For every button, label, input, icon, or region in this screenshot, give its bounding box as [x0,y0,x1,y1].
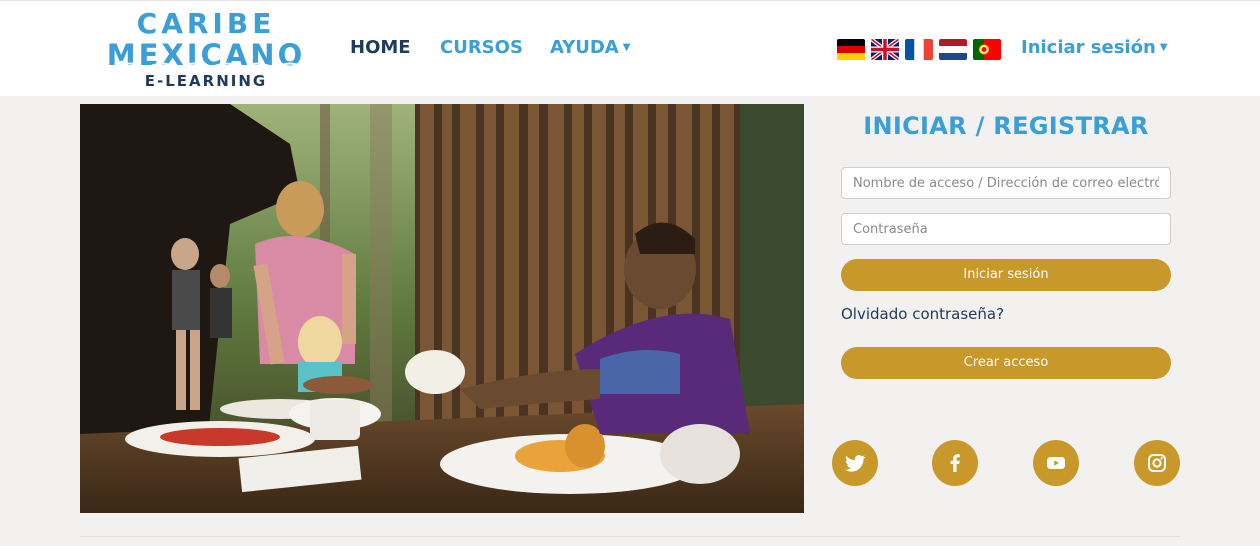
twitter-icon [845,455,866,472]
flag-pt-icon[interactable] [973,39,1001,60]
chevron-down-icon: ▼ [622,42,631,53]
username-input[interactable] [841,167,1171,199]
youtube-button[interactable] [1033,440,1079,486]
flag-fr-icon[interactable] [905,39,933,60]
forgot-password-link[interactable]: Olvidado contraseña? [841,305,1004,323]
nav-help-dropdown[interactable]: AYUDA ▼ [550,37,630,58]
login-button[interactable]: Iniciar sesión [841,259,1171,291]
site-header: CARIBE MEXICANO E-LEARNING HOME CURSOS A… [0,0,1260,96]
instagram-button[interactable] [1134,440,1180,486]
password-input[interactable] [841,213,1171,245]
flag-nl-icon[interactable] [939,39,967,60]
nav-courses-label: CURSOS [440,37,523,58]
nav-home[interactable]: HOME [350,37,411,58]
logo-wave-icon [90,62,322,68]
flag-de-icon[interactable] [837,39,865,60]
login-panel-title: INICIAR / REGISTRAR [863,112,1149,140]
facebook-button[interactable] [932,440,978,486]
footer-divider [80,536,1180,537]
hero-photo [80,104,804,513]
twitter-button[interactable] [832,440,878,486]
site-logo[interactable]: CARIBE MEXICANO E-LEARNING [88,7,324,93]
hero-scene-image [80,104,804,513]
instagram-icon [1148,454,1166,472]
nav-courses[interactable]: CURSOS [440,37,523,58]
logo-line-caribe: CARIBE [136,7,276,40]
login-dropdown[interactable]: Iniciar sesión ▼ [1021,37,1168,58]
create-account-button[interactable]: Crear acceso [841,347,1171,379]
login-dropdown-label: Iniciar sesión [1021,37,1156,58]
flag-uk-icon[interactable] [871,39,899,60]
logo-line-elearning: E-LEARNING [144,72,268,90]
chevron-down-icon: ▼ [1159,42,1168,53]
facebook-icon [950,454,960,472]
nav-home-label: HOME [350,37,411,58]
youtube-icon [1047,457,1065,469]
nav-help-label: AYUDA [550,37,619,58]
